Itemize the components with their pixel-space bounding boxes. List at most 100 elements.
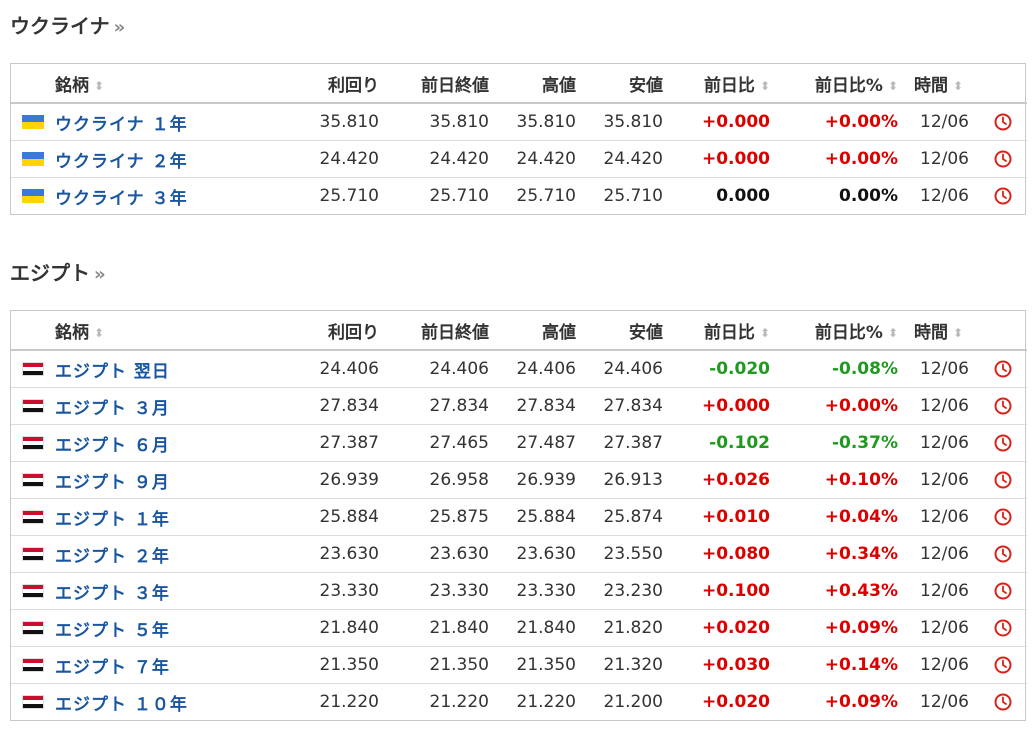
name-cell[interactable]: エジプト ３月	[55, 387, 295, 425]
header-name[interactable]: 銘柄 ⬍	[55, 311, 295, 351]
bond-name-link[interactable]: エジプト ５年	[55, 621, 170, 641]
sort-icon[interactable]: ⬍	[953, 79, 963, 93]
clock-icon[interactable]	[993, 112, 1013, 132]
clock-icon[interactable]	[993, 396, 1013, 416]
bond-name-link[interactable]: エジプト ７年	[55, 658, 170, 678]
name-cell[interactable]: ウクライナ １年	[55, 103, 295, 141]
clock-cell[interactable]	[979, 572, 1027, 610]
clock-cell[interactable]	[979, 387, 1027, 425]
time-cell: 12/06	[920, 692, 969, 712]
section-title-text[interactable]: ウクライナ	[10, 14, 110, 38]
sort-icon[interactable]: ⬍	[760, 326, 770, 340]
prev-close-cell: 25.710	[429, 186, 489, 206]
name-cell[interactable]: エジプト ７年	[55, 646, 295, 684]
section-title-egypt[interactable]: エジプト»	[10, 261, 106, 287]
prev-close-cell: 21.840	[379, 609, 489, 647]
header-change[interactable]: 前日比 ⬍	[663, 311, 770, 351]
prev-close-cell: 27.465	[379, 424, 489, 462]
section-title-ukraine[interactable]: ウクライナ»	[10, 14, 125, 40]
clock-cell[interactable]	[979, 684, 1027, 721]
change-pct-cell: -0.37%	[770, 424, 898, 462]
bond-name-link[interactable]: ウクライナ １年	[55, 115, 188, 135]
bond-name-link[interactable]: エジプト ３月	[55, 399, 170, 419]
clock-cell[interactable]	[979, 350, 1027, 388]
prev-close-cell: 21.350	[379, 646, 489, 684]
bond-name-link[interactable]: ウクライナ ２年	[55, 152, 188, 172]
sort-icon[interactable]: ⬍	[760, 79, 770, 93]
clock-cell[interactable]	[979, 646, 1027, 684]
name-cell[interactable]: エジプト ９月	[55, 461, 295, 499]
time-cell: 12/06	[898, 140, 979, 178]
sort-icon[interactable]: ⬍	[94, 79, 104, 93]
flag-cell	[11, 498, 55, 536]
clock-icon[interactable]	[993, 186, 1013, 206]
clock-cell[interactable]	[979, 178, 1027, 215]
name-cell[interactable]: エジプト 翌日	[55, 350, 295, 388]
name-cell[interactable]: エジプト ５年	[55, 609, 295, 647]
yield-cell: 24.406	[295, 350, 379, 388]
clock-cell[interactable]	[979, 140, 1027, 178]
clock-icon[interactable]	[993, 581, 1013, 601]
bond-name-link[interactable]: エジプト 翌日	[55, 362, 170, 382]
header-time[interactable]: 時間 ⬍	[898, 64, 979, 104]
yield-cell: 25.710	[319, 186, 379, 206]
clock-icon[interactable]	[993, 618, 1013, 638]
section-title-text[interactable]: エジプト	[10, 261, 90, 285]
name-cell[interactable]: ウクライナ ２年	[55, 140, 295, 178]
bond-name-link[interactable]: ウクライナ ３年	[55, 189, 188, 209]
header-flag	[11, 64, 55, 104]
header-change-pct[interactable]: 前日比% ⬍	[770, 311, 898, 351]
more-arrow-icon[interactable]: »	[114, 17, 126, 38]
clock-icon[interactable]	[993, 433, 1013, 453]
clock-icon[interactable]	[993, 655, 1013, 675]
clock-cell[interactable]	[979, 535, 1027, 573]
header-change[interactable]: 前日比 ⬍	[663, 64, 770, 104]
time-cell: 12/06	[898, 498, 979, 536]
name-cell[interactable]: エジプト １０年	[55, 684, 295, 721]
flag-cell	[11, 103, 55, 141]
flag-cell	[11, 646, 55, 684]
name-cell[interactable]: エジプト １年	[55, 498, 295, 536]
change-cell: +0.000	[663, 103, 770, 141]
sort-icon[interactable]: ⬍	[94, 326, 104, 340]
time-cell: 12/06	[920, 186, 969, 206]
clock-cell[interactable]	[979, 424, 1027, 462]
clock-cell[interactable]	[979, 498, 1027, 536]
bond-name-link[interactable]: エジプト ６月	[55, 436, 170, 456]
name-cell[interactable]: エジプト ３年	[55, 572, 295, 610]
time-cell: 12/06	[898, 535, 979, 573]
sort-icon[interactable]: ⬍	[953, 326, 963, 340]
clock-icon[interactable]	[993, 507, 1013, 527]
name-cell[interactable]: エジプト ６月	[55, 424, 295, 462]
egypt-flag-icon	[22, 473, 44, 487]
yield-cell: 21.350	[295, 646, 379, 684]
clock-icon[interactable]	[993, 149, 1013, 169]
header-change-pct[interactable]: 前日比% ⬍	[770, 64, 898, 104]
header-yield: 利回り	[295, 311, 379, 351]
change-cell: +0.080	[663, 535, 770, 573]
clock-cell[interactable]	[979, 103, 1027, 141]
bond-name-link[interactable]: エジプト ３年	[55, 584, 170, 604]
name-cell[interactable]: ウクライナ ３年	[55, 178, 295, 215]
clock-icon[interactable]	[993, 544, 1013, 564]
change-cell: +0.026	[663, 461, 770, 499]
clock-icon[interactable]	[993, 359, 1013, 379]
clock-icon[interactable]	[993, 470, 1013, 490]
bond-name-link[interactable]: エジプト ２年	[55, 547, 170, 567]
clock-cell[interactable]	[979, 461, 1027, 499]
change-pct-cell: +0.10%	[770, 461, 898, 499]
clock-icon[interactable]	[993, 692, 1013, 712]
sort-icon[interactable]: ⬍	[888, 326, 898, 340]
bond-name-link[interactable]: エジプト １０年	[55, 695, 188, 715]
clock-cell[interactable]	[979, 609, 1027, 647]
header-time[interactable]: 時間 ⬍	[898, 311, 979, 351]
name-cell[interactable]: エジプト ２年	[55, 535, 295, 573]
bond-name-link[interactable]: エジプト １年	[55, 510, 170, 530]
more-arrow-icon[interactable]: »	[94, 264, 106, 285]
bond-name-link[interactable]: エジプト ９月	[55, 473, 170, 493]
table-header-row: 銘柄 ⬍ 利回り 前日終値 高値 安値 前日比 ⬍ 前日比% ⬍ 時間 ⬍	[11, 311, 1027, 351]
sort-icon[interactable]: ⬍	[888, 79, 898, 93]
header-name[interactable]: 銘柄 ⬍	[55, 64, 295, 104]
low-cell: 27.834	[576, 387, 663, 425]
egypt-table-body: エジプト 翌日 24.406 24.406 24.406 24.406 -0.020 -0.…	[11, 350, 1027, 720]
